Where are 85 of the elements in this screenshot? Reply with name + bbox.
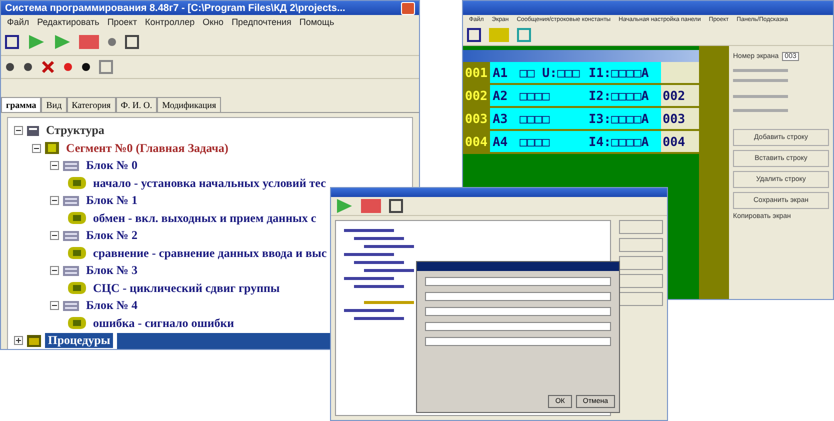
row-code-text: 004: [660, 131, 699, 152]
input-code-text: I1:□□□□A: [588, 65, 650, 80]
tool-button[interactable]: [619, 274, 663, 288]
row-number: 002: [463, 85, 490, 106]
row-name-text: A2: [492, 88, 509, 103]
menu-item[interactable]: Помощь: [299, 17, 334, 27]
tree-item[interactable]: сравнение - сравнение данных ввода и выс: [90, 246, 330, 261]
dot-icon[interactable]: [81, 62, 91, 72]
input-field[interactable]: [425, 277, 611, 286]
structure-icon: [27, 126, 39, 136]
menu-item[interactable]: Окно: [202, 17, 224, 27]
collapse-icon[interactable]: [32, 144, 41, 153]
tree-item[interactable]: Сегмент №0 (Главная Задача): [63, 140, 232, 156]
tree-item[interactable]: Процедуры: [45, 333, 114, 348]
dot-icon[interactable]: [23, 62, 33, 72]
block-icon: [63, 196, 79, 206]
screen-row[interactable]: 001 A1 □□ U:□□□ I1:□□□□A: [463, 62, 699, 85]
block-icon: [63, 266, 79, 276]
input-field[interactable]: [425, 292, 611, 301]
task-icon: [68, 247, 86, 260]
folder-icon: [27, 334, 41, 347]
task-icon: [68, 317, 86, 330]
input-code-text: I3:□□□□A: [588, 111, 650, 126]
tree-item[interactable]: начало - установка начальных условий тес: [90, 176, 329, 191]
row-code-text: 003: [660, 108, 699, 129]
tree-item[interactable]: обмен - вкл. выходных и прием данных с: [90, 210, 320, 226]
expand-icon[interactable]: [14, 336, 23, 346]
tree-item[interactable]: Структура: [43, 123, 108, 138]
input-code-text: I2:□□□□A: [588, 88, 650, 103]
row-field-text: □□ U:□□□: [518, 65, 581, 80]
menu-item[interactable]: Предпочтения: [232, 17, 292, 27]
tool-button[interactable]: [619, 292, 663, 306]
window-title: Система программирования 8.48г7 - [C:\Program Files\КД 2\projects...: [5, 2, 346, 14]
row-number: 003: [463, 108, 490, 129]
row-name-text: A3: [492, 111, 509, 126]
tab[interactable]: Категория: [66, 97, 116, 112]
close-icon[interactable]: [401, 2, 415, 14]
frame-icon[interactable]: [99, 60, 113, 74]
delete-icon[interactable]: [41, 60, 55, 74]
block-icon: [63, 160, 79, 171]
row-field-text: □□□□: [518, 134, 551, 149]
menu-item[interactable]: Проект: [107, 17, 137, 27]
tab[interactable]: Ф. И. О.: [116, 97, 158, 112]
row-name-text: A4: [492, 134, 509, 149]
row-field-text: □□□□: [518, 88, 551, 103]
collapse-icon[interactable]: [14, 126, 23, 136]
tree-item[interactable]: Блок № 2: [83, 228, 140, 244]
task-icon: [68, 282, 86, 294]
menu-item[interactable]: Контроллер: [144, 17, 195, 27]
tree-item[interactable]: СЦС - циклический сдвиг группы: [90, 280, 283, 296]
task-icon: [68, 212, 86, 224]
collapse-icon[interactable]: [50, 161, 59, 170]
tree-item[interactable]: Блок № 1: [83, 193, 140, 208]
row-name-text: A1: [492, 65, 509, 80]
tree-item[interactable]: ошибка - сигнало ошибки: [90, 316, 238, 331]
tab[interactable]: грамма: [1, 97, 42, 112]
segment-icon: [45, 142, 59, 154]
input-field[interactable]: [425, 337, 611, 346]
row-field-text: □□□□: [518, 111, 551, 126]
input-code-text: I4:□□□□A: [588, 134, 650, 149]
screen-row[interactable]: 003 A3 □□□□ I3:□□□□A 003: [463, 108, 699, 131]
block-icon: [63, 300, 79, 311]
row-code-text: 002: [660, 85, 699, 106]
input-field[interactable]: [425, 322, 611, 331]
dot-icon[interactable]: [63, 62, 73, 72]
task-icon: [68, 177, 86, 190]
screen-row[interactable]: 002 A2 □□□□ I2:□□□□A 002: [463, 85, 699, 108]
dot-icon[interactable]: [5, 62, 15, 72]
collapse-icon[interactable]: [50, 231, 59, 240]
tree-item[interactable]: Блок № 0: [83, 158, 140, 174]
tree-item[interactable]: Блок № 3: [83, 263, 140, 278]
collapse-icon[interactable]: [50, 196, 59, 206]
menu-item[interactable]: Редактировать: [37, 17, 100, 27]
collapse-icon[interactable]: [50, 266, 59, 276]
block-icon: [63, 230, 79, 241]
tree-item[interactable]: Блок № 4: [83, 298, 140, 314]
dot-icon[interactable]: [107, 37, 117, 47]
screen-row[interactable]: 004 A4 □□□□ I4:□□□□A 004: [463, 131, 699, 154]
input-field[interactable]: [425, 307, 611, 316]
row-number: 004: [463, 131, 490, 152]
row-number: 001: [463, 62, 490, 83]
tab[interactable]: Вид: [41, 97, 67, 112]
tab[interactable]: Модификация: [157, 97, 222, 112]
menu-item[interactable]: Файл: [7, 17, 30, 27]
collapse-icon[interactable]: [50, 301, 59, 310]
